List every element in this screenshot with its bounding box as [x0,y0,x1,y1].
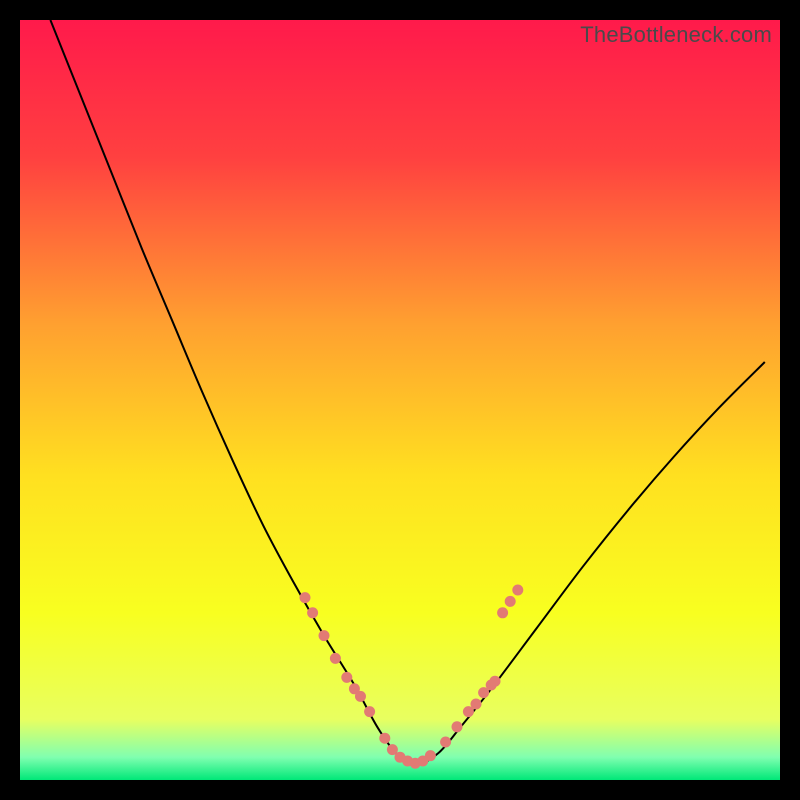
curve-dot [319,630,330,641]
curve-dot [364,706,375,717]
curve-dot [471,699,482,710]
chart-frame: TheBottleneck.com [20,20,780,780]
chart-svg [20,20,780,780]
curve-dot [505,596,516,607]
curve-dot [379,733,390,744]
curve-dot [425,750,436,761]
curve-dot [497,607,508,618]
curve-dot [490,676,501,687]
curve-dot [452,721,463,732]
gradient-background [20,20,780,780]
curve-dot [307,607,318,618]
curve-dot [440,737,451,748]
curve-dot [512,585,523,596]
curve-dot [330,653,341,664]
curve-dot [355,691,366,702]
watermark-text: TheBottleneck.com [580,22,772,48]
curve-dot [300,592,311,603]
curve-dot [341,672,352,683]
